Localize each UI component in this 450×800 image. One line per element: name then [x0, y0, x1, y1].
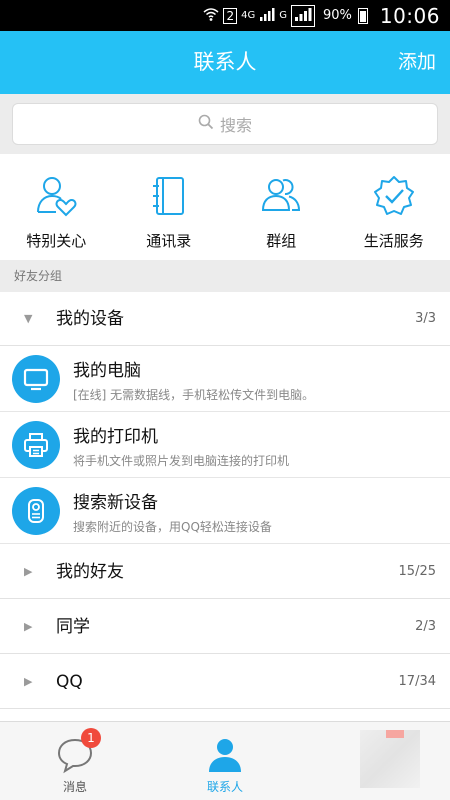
wifi-icon — [203, 6, 219, 26]
group-count: 15/25 — [398, 564, 436, 579]
device-title: 我的打印机 — [73, 427, 158, 447]
group-icon — [262, 179, 301, 211]
quick-action-group[interactable]: 群组 — [225, 154, 338, 258]
network-4g-label: 4G — [241, 10, 256, 21]
blurred-indicator — [386, 730, 404, 738]
group-name: 我的好友 — [56, 562, 124, 582]
sim-indicator: 2 — [223, 7, 238, 24]
group-name: 我的设备 — [56, 309, 124, 329]
quick-action-label: 通讯录 — [146, 232, 192, 250]
signal-icon-2 — [290, 4, 315, 27]
tab-contacts[interactable]: 联系人 — [150, 722, 300, 800]
special-care-icon — [37, 177, 77, 217]
search-placeholder: 搜索 — [219, 116, 252, 135]
computer-icon — [23, 368, 49, 391]
title-bar: 联系人 添加 — [0, 31, 450, 94]
bottom-tab-bar: 1 消息 联系人 — [0, 721, 450, 800]
device-subtitle: 搜索附近的设备，用QQ轻松连接设备 — [73, 520, 272, 534]
group-count: 17/34 — [398, 674, 436, 689]
network-g-label: G — [279, 10, 287, 21]
device-subtitle: 将手机文件或照片发到电脑连接的打印机 — [73, 454, 290, 468]
quick-actions: 特别关心 通讯录 群组 生活服务 — [0, 154, 450, 258]
group-row-qq[interactable]: ▶ QQ 17/34 — [0, 655, 450, 709]
device-row-printer[interactable]: 我的打印机 将手机文件或照片发到电脑连接的打印机 — [0, 412, 450, 478]
quick-action-label: 生活服务 — [363, 232, 424, 250]
device-row-search-device[interactable]: 搜索新设备 搜索附近的设备，用QQ轻松连接设备 — [0, 478, 450, 544]
device-subtitle: [在线] 无需数据线，手机轻松传文件到电脑。 — [73, 388, 315, 402]
quick-action-label: 特别关心 — [26, 232, 87, 250]
expanded-arrow-icon: ▼ — [24, 312, 33, 325]
device-avatar — [12, 421, 60, 469]
blurred-tab-icon — [360, 730, 420, 788]
group-row-my-friends[interactable]: ▶ 我的好友 15/25 — [0, 545, 450, 599]
collapsed-arrow-icon: ▶ — [24, 565, 33, 578]
device-avatar — [12, 355, 60, 403]
quick-action-life-service[interactable]: 生活服务 — [338, 154, 450, 258]
section-header: 好友分组 — [0, 260, 450, 292]
collapsed-arrow-icon: ▶ — [24, 675, 33, 688]
group-name: 同学 — [56, 617, 90, 637]
unread-badge: 1 — [81, 728, 101, 748]
device-title: 我的电脑 — [73, 361, 141, 381]
contacts-person-icon — [205, 734, 245, 774]
add-button[interactable]: 添加 — [398, 31, 436, 94]
device-title: 搜索新设备 — [73, 493, 158, 513]
life-service-icon — [373, 176, 414, 215]
device-row-computer[interactable]: 我的电脑 [在线] 无需数据线，手机轻松传文件到电脑。 — [0, 346, 450, 412]
battery-percent: 90% — [322, 8, 352, 23]
search-area: 搜索 — [0, 94, 450, 154]
collapsed-arrow-icon: ▶ — [24, 620, 33, 633]
battery-icon — [357, 7, 368, 24]
message-bubble-icon: 1 — [55, 728, 101, 774]
group-row-my-devices[interactable]: ▼ 我的设备 3/3 — [0, 292, 450, 346]
tab-messages[interactable]: 1 消息 — [0, 722, 150, 800]
printer-icon — [24, 433, 48, 457]
group-row-classmates[interactable]: ▶ 同学 2/3 — [0, 600, 450, 654]
quick-action-special-care[interactable]: 特别关心 — [0, 154, 113, 258]
tab-third[interactable] — [300, 722, 450, 800]
tab-label: 消息 — [62, 780, 87, 794]
quick-action-address-book[interactable]: 通讯录 — [113, 154, 226, 258]
signal-icon — [259, 6, 275, 26]
quick-action-label: 群组 — [266, 232, 297, 250]
group-name: QQ — [56, 672, 83, 692]
device-avatar — [12, 487, 60, 535]
clock: 10:06 — [379, 3, 440, 28]
address-book-icon — [152, 177, 184, 215]
device-search-icon — [28, 499, 44, 523]
group-count: 3/3 — [415, 311, 436, 326]
status-bar: 2 4G G 90% 10:06 — [0, 0, 450, 31]
search-icon — [198, 114, 214, 134]
tab-label: 联系人 — [206, 780, 243, 794]
group-count: 2/3 — [415, 619, 436, 634]
search-input[interactable]: 搜索 — [12, 103, 438, 145]
page-title: 联系人 — [193, 50, 257, 74]
